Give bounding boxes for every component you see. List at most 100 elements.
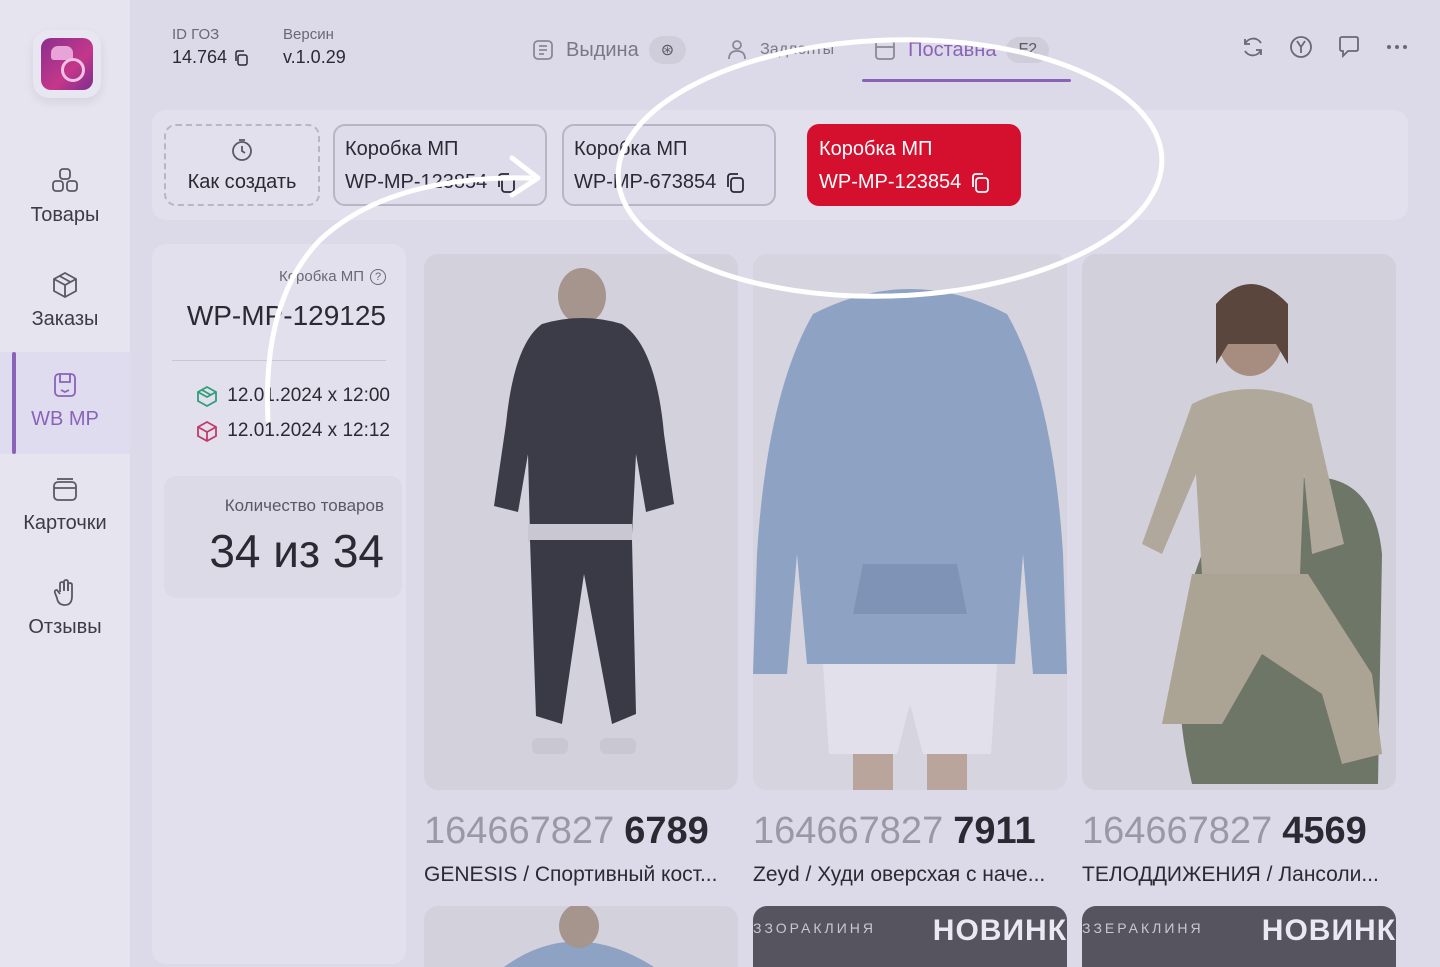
product-card-partial[interactable] — [424, 906, 738, 967]
sidebar-item-label: Заказы — [31, 308, 99, 330]
tab-label: Задлонты — [760, 41, 835, 58]
tab-label: Поставна — [908, 38, 997, 61]
product-id-suffix: 4569 — [1282, 810, 1367, 852]
box-info-card: Коробка МП ? WP-MP-129125 12.01.2024 х 1… — [152, 244, 406, 964]
tab-label: Выдина — [566, 38, 639, 61]
logo-mark — [41, 38, 93, 90]
boxes-icon — [52, 168, 78, 192]
id-label: ID ГОЗ — [172, 26, 220, 43]
brand-watermark: ЗЗЕРАКЛИНЯ — [1082, 920, 1204, 936]
product-name: ТЕЛОДДИЖЕНИЯ / Лансоли... — [1082, 863, 1379, 886]
box-chip-code-row: WP-MP-673854 — [574, 171, 764, 194]
app-root: Товары Заказы WB MP Карточки Отзывы ID Г… — [0, 0, 1440, 967]
product-id-suffix: 7911 — [953, 810, 1036, 852]
product-id-suffix: 6789 — [624, 810, 709, 852]
product-photo — [424, 254, 738, 790]
product-card[interactable]: 164667827 6789 GENESIS / Спортивный кост… — [424, 254, 738, 887]
closed-date: 12.01.2024 х 12:12 — [227, 420, 390, 441]
sidebar-item-label: Карточки — [23, 512, 107, 534]
save-box-icon — [54, 373, 76, 397]
product-id-prefix: 164667827 — [753, 810, 944, 852]
box-chip[interactable]: Коробка МП WP-MP-123854 — [333, 124, 547, 206]
sidebar-item-label: Отзывы — [28, 616, 102, 638]
product-name: Zeyd / Худи оверсхая с наче... — [753, 863, 1046, 886]
card-stack-icon — [53, 478, 77, 501]
product-card-partial[interactable]: ЗЗЕРАКЛИНЯ НОВИНК — [1082, 906, 1396, 967]
app-logo[interactable] — [33, 30, 101, 98]
product-card-partial[interactable]: ЗЗОРАКЛИНЯ НОВИНК — [753, 906, 1067, 967]
product-card[interactable]: 164667827 4569 ТЕЛОДДИЖЕНИЯ / Лансоли... — [1082, 254, 1396, 887]
copy-icon[interactable] — [724, 172, 746, 194]
main-area: ID ГОЗ 14.764 Версин v.1.0.29 Выдина ⊛ З… — [130, 0, 1440, 967]
sidebar-item-label: Товары — [30, 204, 100, 226]
doc-icon — [875, 40, 896, 60]
copy-icon[interactable] — [969, 172, 991, 194]
quantity-label: Количество товаров — [224, 496, 384, 515]
help-icon[interactable]: ? — [370, 268, 386, 285]
sidebar: Товары Заказы WB MP Карточки Отзывы — [0, 0, 130, 967]
product-photo — [1082, 254, 1396, 790]
product-id: 164667827 6789 — [424, 810, 738, 853]
scan-box-icon — [533, 40, 553, 60]
product-photo — [753, 254, 1067, 790]
yandex-icon[interactable] — [1288, 34, 1314, 60]
box-info-code: WP-MP-129125 — [186, 300, 386, 331]
sidebar-item-wb-mp[interactable]: WB MP — [0, 352, 130, 454]
chat-icon[interactable] — [1336, 34, 1362, 60]
tab-badge: F2 — [1006, 37, 1050, 63]
new-tag: НОВИНК — [1261, 914, 1396, 947]
box-chip-title: Коробка МП — [345, 138, 459, 160]
box-info-label-row: Коробка МП ? — [279, 268, 386, 285]
created-date-row: 12.01.2024 х 12:00 — [195, 384, 390, 408]
version-label: Версин — [283, 26, 334, 43]
box-chip-code: WP-MP-673854 — [574, 171, 717, 193]
sidebar-item-cards[interactable]: Карточки — [0, 474, 130, 535]
sidebar-item-orders[interactable]: Заказы — [0, 270, 130, 331]
copy-icon[interactable] — [495, 172, 517, 194]
id-info: ID ГОЗ 14.764 — [172, 26, 249, 68]
closed-date-row: 12.01.2024 х 12:12 — [195, 419, 390, 443]
brand-watermark: ЗЗОРАКЛИНЯ — [753, 920, 877, 936]
timer-icon — [232, 138, 252, 161]
box-chip-title: Коробка МП — [574, 138, 688, 160]
tab-tasks[interactable]: Задлонты — [724, 30, 834, 70]
created-date: 12.01.2024 х 12:00 — [227, 385, 390, 406]
product-id: 164667827 4569 — [1082, 810, 1396, 853]
tab-supply[interactable]: Поставна F2 — [862, 30, 1072, 82]
box-chip-active[interactable]: Коробка МП WP-MP-123854 — [807, 124, 1021, 206]
id-value: 14.764 — [172, 47, 228, 67]
box-chip-code-row: WP-MP-123854 — [819, 171, 1009, 194]
box-info-label: Коробка МП — [278, 268, 364, 285]
box-chip[interactable]: Коробка МП WP-MP-673854 — [562, 124, 776, 206]
id-value-row[interactable]: 14.764 — [172, 47, 249, 68]
people-icon — [728, 40, 747, 60]
box-chip-code-row: WP-MP-123854 — [345, 171, 535, 194]
box-chip-title: Коробка МП — [819, 138, 933, 160]
box-chip-code: WP-MP-123854 — [345, 171, 488, 193]
sidebar-item-reviews[interactable]: Отзывы — [0, 578, 130, 639]
product-card[interactable]: 164667827 7911 Zeyd / Худи оверсхая с на… — [753, 254, 1067, 887]
version-info: Версин v.1.0.29 — [283, 26, 346, 68]
hand-icon — [53, 579, 73, 606]
top-actions — [1240, 34, 1410, 60]
new-tag: НОВИНК — [932, 914, 1067, 947]
copy-icon[interactable] — [233, 49, 249, 66]
quantity-value: 34 из 34 — [209, 525, 384, 577]
divider — [172, 360, 386, 361]
quantity-card: Количество товаров 34 из 34 — [164, 476, 402, 598]
product-id: 164667827 7911 — [753, 810, 1067, 853]
box-green-icon — [197, 385, 218, 408]
box-strip: Как создать Коробка МП WP-MP-123854 Коро… — [152, 110, 1408, 220]
top-tabs: Выдина ⊛ Задлонты Поставна F2 — [530, 30, 1072, 82]
sidebar-item-label: WB MP — [31, 408, 99, 430]
how-to-create-button[interactable]: Как создать — [164, 124, 320, 206]
package-icon — [53, 271, 77, 299]
more-icon[interactable] — [1384, 34, 1410, 60]
product-id-prefix: 164667827 — [424, 810, 615, 852]
tab-issue[interactable]: Выдина ⊛ — [530, 30, 687, 70]
box-chip-code: WP-MP-123854 — [819, 171, 962, 193]
box-red-icon — [197, 420, 218, 443]
product-name: GENESIS / Спортивный кост... — [424, 863, 718, 886]
sidebar-item-products[interactable]: Товары — [0, 166, 130, 227]
refresh-icon[interactable] — [1240, 34, 1266, 60]
